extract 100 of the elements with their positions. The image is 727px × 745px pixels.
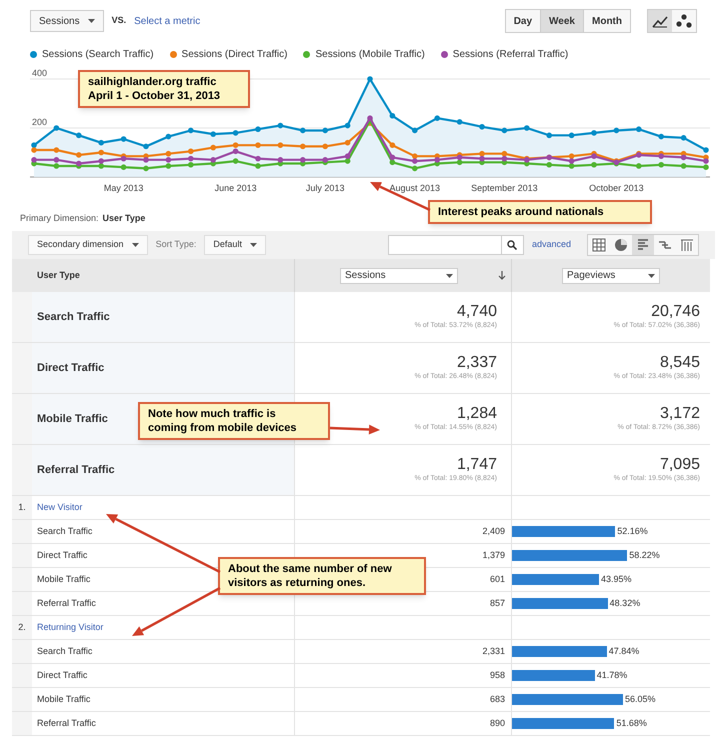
point [166, 134, 172, 140]
point [54, 147, 60, 153]
table-cell: Direct Traffic [32, 343, 295, 394]
point [278, 122, 284, 128]
index-cell [12, 568, 32, 592]
point [568, 153, 574, 159]
point [54, 125, 60, 131]
period-button[interactable]: Day [506, 10, 540, 32]
column-header: User Type [32, 259, 295, 292]
select-metric-link[interactable]: Select a metric [134, 14, 200, 28]
table-cell: 683 [295, 688, 512, 712]
point [412, 153, 418, 159]
bars-icon [636, 238, 650, 252]
search-field[interactable] [388, 235, 524, 255]
grid-icon [592, 238, 606, 252]
pageviews-column-dropdown[interactable]: Pageviews [562, 268, 660, 284]
point [658, 134, 664, 140]
point [300, 144, 306, 150]
axis-label: August 2013 [390, 183, 440, 193]
point [434, 115, 440, 121]
index-cell [12, 640, 32, 664]
table-cell: 1,747 [456, 456, 497, 474]
point [232, 142, 238, 148]
point [524, 125, 530, 131]
point [456, 119, 462, 125]
point [120, 164, 126, 170]
point [31, 157, 37, 163]
point [255, 156, 261, 162]
chart-type-button[interactable] [648, 10, 672, 32]
table-cell: 2,337 [456, 354, 497, 372]
caret-icon [648, 274, 655, 278]
point [456, 154, 462, 160]
point [166, 163, 172, 169]
percentage-label: 41.78% [596, 670, 628, 681]
chart-type-button[interactable] [672, 10, 696, 32]
axis-label: October 2013 [589, 183, 644, 193]
callout-note: Interest peaks around nationals [428, 200, 652, 224]
point [31, 147, 37, 153]
point [636, 163, 642, 169]
row-number: 1. [12, 496, 32, 520]
point [166, 157, 172, 163]
view-button[interactable] [632, 235, 654, 255]
point [98, 163, 104, 169]
table-cell: Search Traffic [32, 640, 295, 664]
point [98, 140, 104, 146]
view-button[interactable] [588, 235, 610, 255]
axis-label: 200 [32, 117, 48, 127]
dimension-link[interactable]: Returning Visitor [37, 620, 104, 634]
view-button[interactable] [610, 235, 632, 255]
pivot-icon [680, 238, 694, 252]
index-cell [12, 445, 32, 496]
table-cell: 3,172 [660, 404, 700, 423]
index-cell [12, 292, 32, 343]
point [456, 160, 462, 166]
caret-icon [250, 243, 257, 247]
metric-dropdown[interactable]: Sessions [30, 10, 104, 32]
point [568, 158, 574, 164]
view-button[interactable] [654, 235, 676, 255]
legend-label: Sessions (Mobile Traffic) [315, 48, 425, 62]
advanced-link[interactable]: advanced [532, 238, 571, 252]
point [143, 166, 149, 172]
table-cell: 958 [295, 664, 512, 688]
point [31, 142, 37, 148]
callout-note: About the same number of new visitors as returning ones. [218, 557, 426, 595]
secondary-dimension-dropdown[interactable]: Secondary dimension [28, 235, 148, 255]
index-cell [12, 544, 32, 568]
period-button[interactable]: Week [540, 10, 583, 32]
percentage-label: 52.16% [616, 526, 648, 537]
sessions-column-dropdown[interactable]: Sessions [340, 268, 458, 284]
percentage-label: 58.22% [628, 550, 660, 561]
point [188, 162, 194, 168]
primary-dimension-label: Primary Dimension: [20, 212, 99, 226]
period-button[interactable]: Month [583, 10, 630, 32]
point [344, 153, 350, 159]
point [54, 157, 60, 163]
legend-label: Sessions (Search Traffic) [42, 48, 154, 62]
view-button[interactable] [676, 235, 698, 255]
axis-label: September 2013 [471, 183, 538, 193]
point [98, 150, 104, 156]
index-cell [12, 592, 32, 616]
point [76, 160, 82, 166]
point [210, 157, 216, 163]
table-cell: 8,545 [660, 354, 700, 372]
table-cell: Mobile Traffic [32, 688, 295, 712]
callout-note: Note how much traffic is coming from mobile devices [138, 402, 330, 440]
table-cell: 2,331 [295, 640, 512, 664]
axis-label: 400 [32, 68, 48, 78]
sort-type-dropdown[interactable]: Default [204, 235, 266, 255]
point [76, 132, 82, 138]
index-cell [12, 712, 32, 736]
point [390, 160, 396, 166]
dimension-link[interactable]: New Visitor [37, 500, 82, 514]
point [568, 132, 574, 138]
point [591, 153, 597, 159]
table-cell: 4,740 [456, 302, 497, 321]
point [680, 135, 686, 141]
point [502, 128, 508, 134]
point [344, 140, 350, 146]
point [188, 156, 194, 162]
index-cell [12, 343, 32, 394]
